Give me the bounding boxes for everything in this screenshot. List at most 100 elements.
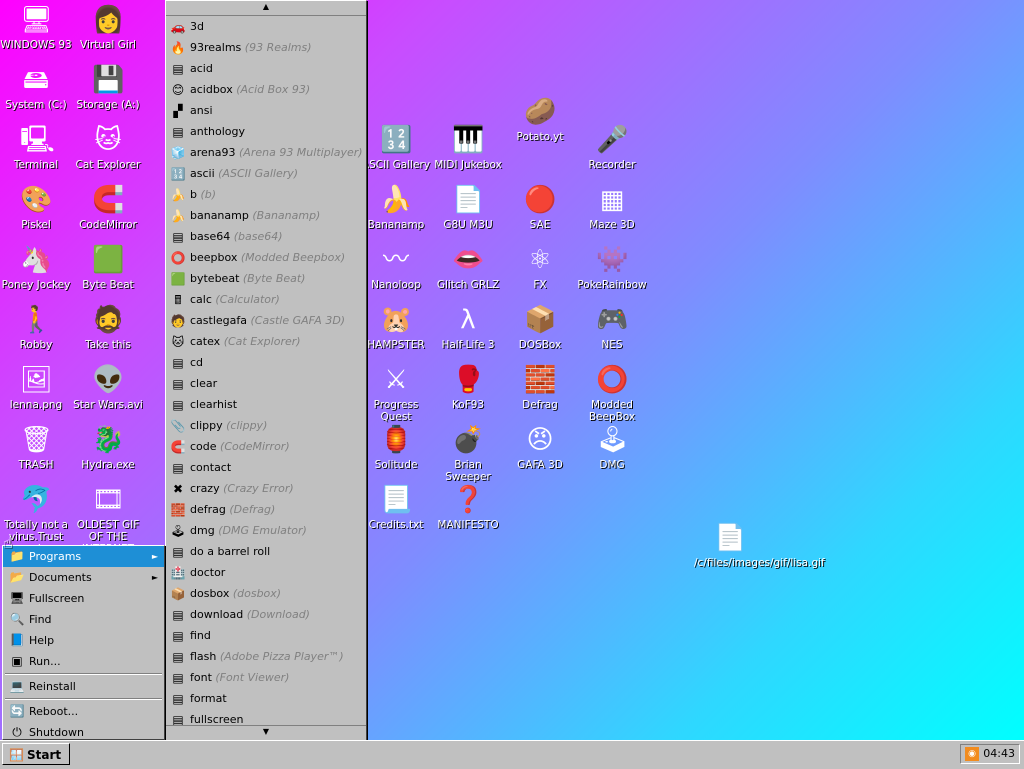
desktop-icon[interactable]: 👾 PokeRainbow (576, 244, 648, 291)
desktop-icon[interactable]: 📄 /c/files/images/gif/lisa.gif (694, 522, 825, 569)
desktop-icon[interactable]: ⭕ Modded BeepBox (576, 364, 648, 423)
desktop-icon[interactable]: 🐉 Hydra.exe (72, 424, 144, 471)
program-item-find[interactable]: ▤ find (166, 625, 366, 646)
program-item-ansi[interactable]: ▞ ansi (166, 100, 366, 121)
scroll-down-arrow[interactable]: ▼ (166, 725, 366, 740)
desktop-icon[interactable]: 🧲 CodeMirror (72, 184, 144, 231)
exe-icon: ▤ (172, 608, 184, 622)
desktop-icon[interactable]: 🎤 Recorder (576, 124, 648, 171)
start-menu-item-reboot[interactable]: 🔄 Reboot... (3, 701, 164, 722)
program-item-3d[interactable]: 🚗 3d (166, 16, 366, 37)
ring-icon: ⭕ (596, 365, 629, 395)
desktop-icon[interactable]: 🐱 Cat Explorer (72, 124, 144, 171)
desktop-icon[interactable]: ⚛ FX (504, 244, 576, 291)
program-item-flash[interactable]: ▤ flash (Adobe Pizza Player™) (166, 646, 366, 667)
desktop-icon[interactable]: 🟩 Byte Beat (72, 244, 144, 291)
start-menu-item-documents[interactable]: 📂 Documents ► (3, 567, 164, 588)
desktop-icon[interactable]: 🥊 KoF93 (432, 364, 504, 411)
desktop-icon[interactable]: 🎹 MIDI Jukebox (432, 124, 504, 171)
desktop-icon[interactable]: 🖴 System (C:) (0, 64, 72, 111)
program-item-download[interactable]: ▤ download (Download) (166, 604, 366, 625)
desktop-icon[interactable]: 📄 G8U M3U (432, 184, 504, 231)
desktop-icon[interactable]: 👽 Star Wars.avi (72, 364, 144, 411)
desktop-icon[interactable]: 🕹 DMG (576, 424, 648, 471)
desktop-icon[interactable]: 🚶 Robby (0, 304, 72, 351)
program-item-beepbox[interactable]: ⭕ beepbox (Modded Beepbox) (166, 247, 366, 268)
desktop-icon[interactable]: 🔴 SAE (504, 184, 576, 231)
desktop-icon[interactable]: ▦ Maze 3D (576, 184, 648, 231)
program-item-contact[interactable]: ▤ contact (166, 457, 366, 478)
desktop-icon[interactable]: 💾 Storage (A:) (72, 64, 144, 111)
program-item-anthology[interactable]: ▤ anthology (166, 121, 366, 142)
program-item-bananamp[interactable]: 🍌 bananamp (Bananamp) (166, 205, 366, 226)
program-name: crazy (190, 482, 220, 495)
program-item-b[interactable]: 🍌 b (b) (166, 184, 366, 205)
program-name: ansi (190, 104, 213, 117)
program-item-ascii[interactable]: 🔢 ascii (ASCII Gallery) (166, 163, 366, 184)
start-menu-item-run[interactable]: ▣ Run... (3, 651, 164, 672)
exe-icon: ▤ (172, 62, 184, 76)
program-item-calc[interactable]: 🖩 calc (Calculator) (166, 289, 366, 310)
program-item-cd[interactable]: ▤ cd (166, 352, 366, 373)
desktop-icon[interactable]: 〰 Nanoloop (360, 244, 432, 291)
program-item-castlegafa[interactable]: 🧑 castlegafa (Castle GAFA 3D) (166, 310, 366, 331)
program-title: (Download) (246, 608, 310, 621)
desktop-icon[interactable]: 🖳 Terminal (0, 124, 72, 171)
desktop-icon[interactable]: 🔢 ASCII Gallery (360, 124, 432, 171)
desktop-icon[interactable]: 🎨 Piskel (0, 184, 72, 231)
desktop-icon[interactable]: 🗑 TRASH (0, 424, 72, 471)
program-item-clippy[interactable]: 📎 clippy (clippy) (166, 415, 366, 436)
desktop-icon[interactable]: 😠 GAFA 3D (504, 424, 576, 471)
amiga-ball-icon: 🔴 (524, 185, 557, 215)
desktop-icon[interactable]: 🏮 Solitude (360, 424, 432, 471)
desktop-icon[interactable]: 💣 Brian Sweeper (432, 424, 504, 483)
program-title: (Cat Explorer) (223, 335, 301, 348)
desktop-icon[interactable]: ⚔ Progress Quest (360, 364, 432, 423)
desktop-icon[interactable]: 👄 Glitch GRLZ (432, 244, 504, 291)
program-item-arena93[interactable]: 🧊 arena93 (Arena 93 Multiplayer) (166, 142, 366, 163)
desktop-icon[interactable]: 🦄 Poney Jockey (0, 244, 72, 291)
desktop-icon[interactable]: ❓ MANIFESTO (432, 484, 504, 531)
start-menu-item-programs[interactable]: 📁 Programs ► (3, 546, 164, 567)
program-item-acidbox[interactable]: 😊 acidbox (Acid Box 93) (166, 79, 366, 100)
program-item-clearhist[interactable]: ▤ clearhist (166, 394, 366, 415)
program-item-do-a-barrel-roll[interactable]: ▤ do a barrel roll (166, 541, 366, 562)
program-item-crazy[interactable]: ✖ crazy (Crazy Error) (166, 478, 366, 499)
desktop-icon[interactable]: 🖥 WINDOWS 93 (0, 4, 72, 51)
desktop-icon-label: Credits.txt (368, 519, 424, 531)
desktop-icon[interactable]: 🧔 Take this (72, 304, 144, 351)
start-menu-item-fullscreen[interactable]: 🖥 Fullscreen (3, 588, 164, 609)
desktop-icon[interactable]: 🧱 Defrag (504, 364, 576, 411)
rss-icon[interactable]: ◉ (965, 747, 979, 761)
scroll-up-arrow[interactable]: ▲ (166, 1, 366, 16)
program-item-base64[interactable]: ▤ base64 (base64) (166, 226, 366, 247)
doom-face-icon: 😠 (526, 425, 554, 455)
desktop-icon[interactable]: λ Half-Life 3 (432, 304, 504, 351)
start-button[interactable]: 🪟 Start (2, 743, 70, 765)
program-item-font[interactable]: ▤ font (Font Viewer) (166, 667, 366, 688)
desktop-icon[interactable]: 🖼 lenna.png (0, 364, 72, 411)
program-item-clear[interactable]: ▤ clear (166, 373, 366, 394)
desktop-icon[interactable]: 📦 DOSBox (504, 304, 576, 351)
desktop-icon[interactable]: 🐹 HAMPSTER (360, 304, 432, 351)
program-item-code[interactable]: 🧲 code (CodeMirror) (166, 436, 366, 457)
program-item-doctor[interactable]: 🏥 doctor (166, 562, 366, 583)
desktop-icon[interactable]: 📃 Credits.txt (360, 484, 432, 531)
take-this-icon: 🧔 (92, 305, 125, 335)
start-menu-item-find[interactable]: 🔍 Find (3, 609, 164, 630)
start-menu-item-help[interactable]: 📘 Help (3, 630, 164, 651)
defrag-icon: 🧱 (170, 503, 186, 517)
program-item-acid[interactable]: ▤ acid (166, 58, 366, 79)
program-item-defrag[interactable]: 🧱 defrag (Defrag) (166, 499, 366, 520)
program-item-bytebeat[interactable]: 🟩 bytebeat (Byte Beat) (166, 268, 366, 289)
program-item-catex[interactable]: 🐱 catex (Cat Explorer) (166, 331, 366, 352)
desktop-icon[interactable]: 🍌 Bananamp (360, 184, 432, 231)
program-item-dosbox[interactable]: 📦 dosbox (dosbox) (166, 583, 366, 604)
desktop-icon[interactable]: 👩 Virtual Girl (72, 4, 144, 51)
program-item-93realms[interactable]: 🔥 93realms (93 Realms) (166, 37, 366, 58)
start-menu-item-reinstall[interactable]: 💻 Reinstall (3, 676, 164, 697)
desktop-icon[interactable]: 🎮 NES (576, 304, 648, 351)
program-item-dmg[interactable]: 🕹 dmg (DMG Emulator) (166, 520, 366, 541)
program-item-format[interactable]: ▤ format (166, 688, 366, 709)
desktop-icon[interactable]: 🥔 Potato.yt (504, 96, 576, 143)
